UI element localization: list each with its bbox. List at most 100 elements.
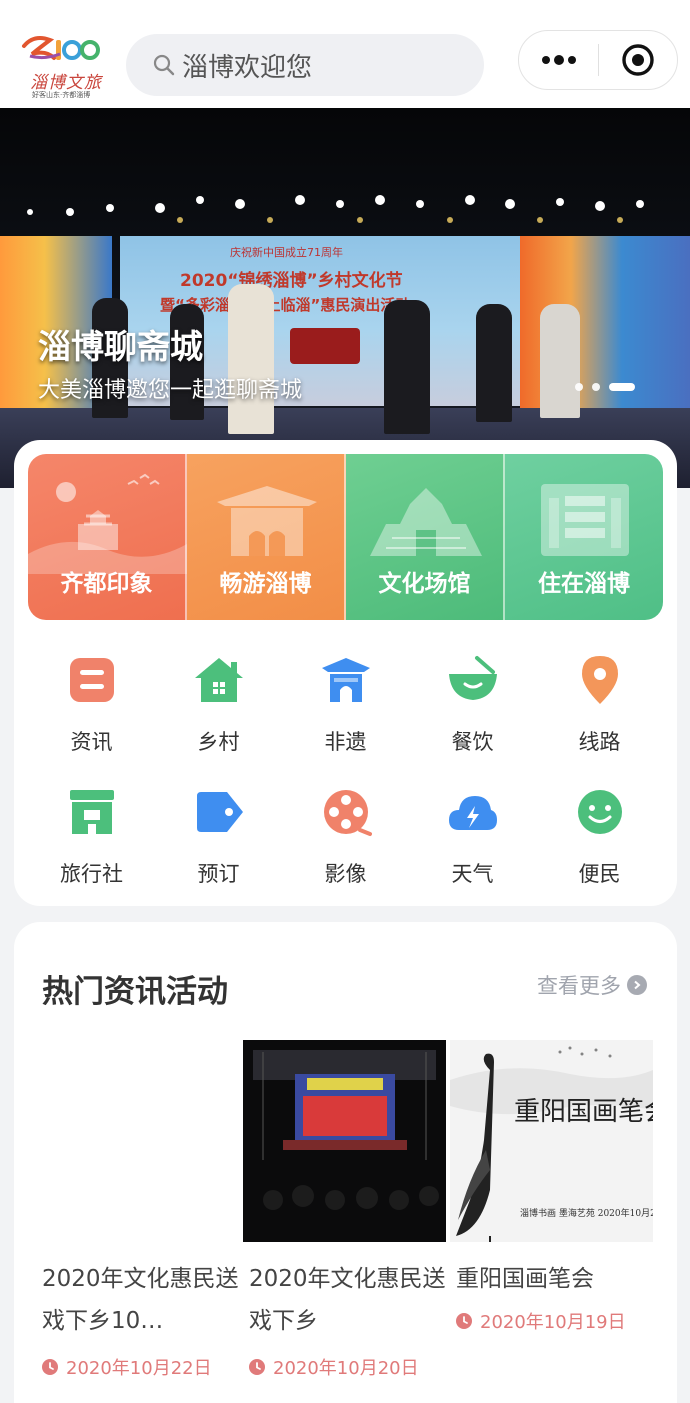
grid-item-heritage[interactable]: 非遗 — [282, 640, 409, 772]
tile-qidu-impression[interactable]: 齐都印象 — [28, 454, 187, 620]
village-house-icon — [194, 658, 243, 702]
location-pin-icon — [581, 656, 618, 704]
screen-text-1: 庆祝新中国成立71周年 — [230, 246, 343, 259]
person-figure — [540, 304, 580, 418]
search-bar[interactable]: 淄博欢迎您 — [126, 34, 484, 96]
news-title: 2020年文化惠民送戏下乡 — [249, 1266, 446, 1334]
carousel-dot[interactable] — [575, 383, 583, 391]
news-date: 2020年10月22日 — [36, 1354, 239, 1380]
grid-item-village[interactable]: 乡村 — [155, 640, 282, 772]
gate-tower-icon — [217, 486, 317, 556]
banner-subtitle: 大美淄博邀您一起逛聊斋城 — [38, 378, 303, 403]
services-card: 齐都印象 畅游淄博 文化场馆 住在淄博 资讯 乡村 非遗 餐饮 线路 旅行社 预… — [14, 440, 677, 906]
news-icon — [69, 658, 114, 702]
grid-label: 乡村 — [197, 730, 240, 754]
stage-lights-image — [27, 195, 644, 223]
news-item[interactable]: 2020年文化惠民送戏下乡10… 2020年10月22日 — [36, 1040, 239, 1380]
person-figure — [476, 304, 512, 422]
grid-item-booking[interactable]: 预订 — [155, 772, 282, 904]
crane-painting-image: 重阳国画笔会 淄博书画 墨海艺苑 2020年10月22日 — [450, 1040, 653, 1242]
grid-item-media[interactable]: 影像 — [282, 772, 409, 904]
grid-label: 餐饮 — [451, 730, 494, 754]
news-date-text: 2020年10月20日 — [273, 1358, 419, 1379]
app-logo[interactable]: 淄博文旅 好客山东·齐都淄博 — [18, 32, 104, 99]
view-more-link[interactable]: 查看更多 — [537, 970, 647, 1000]
news-item[interactable]: 重阳国画笔会 淄博书画 墨海艺苑 2020年10月22日 重阳国画笔会 2 — [450, 1040, 653, 1380]
feature-tiles: 齐都印象 畅游淄博 文化场馆 住在淄博 — [28, 454, 663, 620]
clock-icon — [42, 1359, 58, 1375]
service-grid: 资讯 乡村 非遗 餐饮 线路 旅行社 预订 影像 天气 便民 — [28, 640, 663, 904]
clock-icon — [249, 1359, 265, 1375]
grid-item-weather[interactable]: 天气 — [409, 772, 536, 904]
chevron-right-icon — [627, 975, 647, 995]
tag-icon — [196, 792, 243, 832]
person-figure — [384, 300, 430, 434]
view-more-label: 查看更多 — [537, 974, 621, 998]
banner-carousel[interactable]: 庆祝新中国成立71周年 2020“锦绣淄博”乡村文化节 暨“多彩淄博·爱上临淄”… — [0, 108, 690, 488]
close-button[interactable] — [599, 30, 677, 90]
night-stage-image — [243, 1040, 446, 1242]
hot-news-card: 热门资讯活动 查看更多 2020年文化惠民送戏下乡10… 2020年10月22日 — [14, 922, 677, 1403]
more-dots-icon — [541, 55, 576, 65]
banner-title: 淄博聊斋城 — [38, 327, 203, 366]
cloud-bolt-icon — [448, 796, 497, 830]
search-icon — [153, 54, 175, 76]
painting-title: 重阳国画笔会 — [514, 1097, 653, 1127]
close-target-icon — [622, 44, 654, 76]
tile-label: 住在淄博 — [538, 571, 630, 597]
news-thumbnail — [243, 1040, 446, 1242]
person-figure — [228, 284, 274, 434]
news-date-text: 2020年10月19日 — [480, 1312, 626, 1333]
grid-label: 非遗 — [324, 730, 367, 754]
pagoda-sunset-icon — [28, 473, 187, 574]
grid-label: 线路 — [578, 730, 621, 754]
red-plaque — [290, 328, 360, 364]
heritage-pavilion-icon — [321, 658, 370, 702]
agency-building-icon — [69, 790, 114, 834]
tile-culture-venues[interactable]: 文化场馆 — [346, 454, 505, 620]
painting-caption: 淄博书画 墨海艺苑 2020年10月22日 — [520, 1207, 653, 1219]
news-date-text: 2020年10月22日 — [66, 1358, 212, 1379]
carousel-indicator — [575, 383, 635, 391]
grid-label: 旅行社 — [60, 862, 123, 886]
tile-travel-zibo[interactable]: 畅游淄博 — [187, 454, 346, 620]
news-date: 2020年10月20日 — [243, 1354, 446, 1380]
film-reel-icon — [323, 790, 372, 836]
news-title: 2020年文化惠民送戏下乡10… — [42, 1266, 239, 1334]
screen-text-2: 2020“锦绣淄博”乡村文化节 — [180, 271, 403, 291]
grid-label: 资讯 — [70, 730, 113, 754]
tile-label: 文化场馆 — [378, 571, 471, 597]
carousel-dot-active[interactable] — [609, 383, 635, 391]
tile-stay-zibo[interactable]: 住在淄博 — [505, 454, 663, 620]
more-button[interactable] — [519, 30, 598, 90]
museum-building-icon — [370, 488, 482, 556]
logo-subtitle: 好客山东·齐都淄博 — [32, 91, 91, 99]
clock-icon — [456, 1313, 472, 1329]
grid-label: 预订 — [197, 862, 240, 886]
grid-item-travel-agency[interactable]: 旅行社 — [28, 772, 155, 904]
smile-icon — [577, 790, 622, 834]
grid-item-convenience[interactable]: 便民 — [536, 772, 663, 904]
zibo-logo-icon — [22, 36, 100, 60]
news-date: 2020年10月19日 — [450, 1308, 653, 1334]
tile-label: 齐都印象 — [60, 571, 153, 597]
carousel-dot[interactable] — [592, 383, 600, 391]
grid-label: 便民 — [578, 862, 621, 886]
grid-item-news[interactable]: 资讯 — [28, 640, 155, 772]
news-thumbnail: 重阳国画笔会 淄博书画 墨海艺苑 2020年10月22日 — [450, 1040, 653, 1242]
news-list: 2020年文化惠民送戏下乡10… 2020年10月22日 2020年文化惠民送戏… — [36, 1040, 656, 1380]
grid-item-route[interactable]: 线路 — [536, 640, 663, 772]
news-item[interactable]: 2020年文化惠民送戏下乡 2020年10月20日 — [243, 1040, 446, 1380]
bowl-icon — [448, 656, 497, 700]
search-placeholder: 淄博欢迎您 — [182, 52, 313, 83]
news-thumbnail — [36, 1040, 239, 1242]
section-title: 热门资讯活动 — [42, 974, 228, 1010]
mini-program-capsule — [518, 30, 678, 90]
top-bar: 淄博文旅 好客山东·齐都淄博 淄博欢迎您 — [0, 0, 690, 108]
grid-label: 影像 — [324, 862, 367, 886]
grid-label: 天气 — [451, 862, 494, 886]
hotel-building-icon — [541, 484, 629, 556]
tile-label: 畅游淄博 — [219, 571, 312, 597]
app-page: 淄博文旅 好客山东·齐都淄博 淄博欢迎您 庆祝新中国成立71周年 2020“锦绣… — [0, 0, 690, 1403]
grid-item-dining[interactable]: 餐饮 — [409, 640, 536, 772]
